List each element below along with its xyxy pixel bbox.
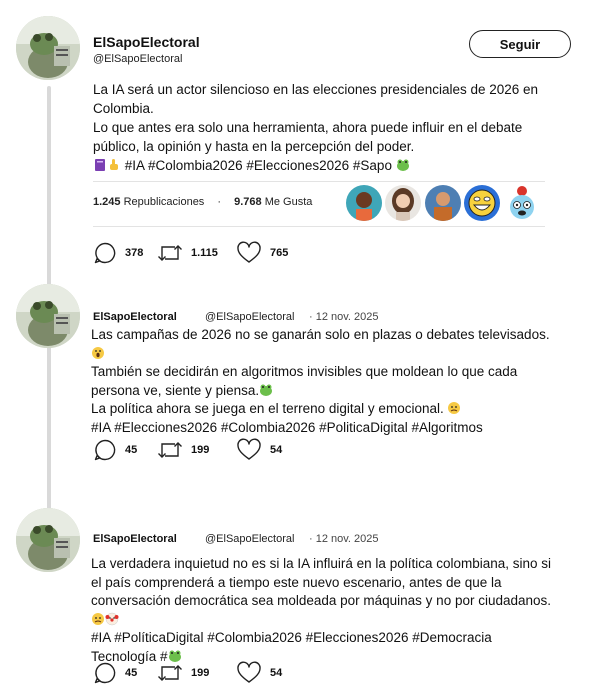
comment-bubble-icon [94,662,116,684]
frog-emoji-icon [260,384,273,396]
reply-emoji-line [91,345,561,364]
heart-outline-icon [237,438,261,460]
tweet-hashtags-line: #IA #Colombia2026 #Elecciones2026 #Sapo [93,156,553,175]
reply-action[interactable]: 45 [93,438,137,462]
clown-face-emoji-icon [105,612,119,625]
like-count: 54 [270,667,283,679]
woman-avatar-icon [385,185,421,221]
retweet-count: 1.115 [191,247,218,259]
author-handle[interactable]: @ElSapoElectoral [93,53,182,65]
tweet-text-line: La IA será un actor silencioso en las el… [93,82,539,97]
reply-author-name[interactable]: ElSapoElectoral [93,311,177,323]
reply-count: 378 [125,247,144,259]
tweet-text: La IA será un actor silencioso en las el… [93,80,553,175]
laughing-face-avatar-icon [464,185,500,221]
like-count: 765 [270,247,289,259]
reply-count: 45 [125,444,138,456]
reply-text-line: el país comprenderá a tiempo este nuevo … [91,574,502,590]
hashtags[interactable]: #IA #Colombia2026 #Elecciones2026 #Sapo [121,158,396,173]
comment-bubble-icon [94,439,116,461]
reply-action[interactable]: 378 [93,241,143,265]
likes-total[interactable]: 9.768 [234,196,262,208]
reply-hashtags[interactable]: #IA #PolíticaDigital #Colombia2026 #Elec… [91,629,561,648]
liker-avatar[interactable] [504,185,540,221]
follow-button[interactable]: Seguir [469,30,571,58]
worried-face-emoji-icon [92,612,104,625]
reply-date[interactable]: · 12 nov. 2025 [309,311,379,323]
reply-header: ElSapoElectoral @ElSapoElectoral · 12 no… [93,311,379,323]
reply-text: Las campañas de 2026 no se ganarán solo … [91,326,561,437]
like-action[interactable]: 54 [236,438,282,462]
retweet-count: 199 [191,444,210,456]
pointing-down-hand-icon [110,159,118,170]
frog-avatar-icon [16,284,80,348]
frog-emoji-icon [396,159,409,171]
screaming-face-emoji-icon [92,346,104,359]
reply-text-line: La política ahora se juega en el terreno… [91,400,561,419]
retweet-count: 199 [191,667,210,679]
separator [93,226,545,227]
reply-count: 45 [125,667,138,679]
retweets-total[interactable]: 1.245 [93,196,121,208]
retweet-action[interactable]: 199 [157,438,209,462]
retweet-arrows-icon [158,665,182,681]
retweets-label: Republicaciones [123,196,205,208]
heart-outline-icon [237,241,261,263]
reply-text-line: La verdadera inquietud no es si la IA in… [91,556,552,571]
tweet-text-line: público, la opinión y hasta en la percep… [93,139,415,154]
reply-avatar[interactable] [16,508,80,572]
reply-text-line: Las campañas de 2026 no se ganarán solo … [91,327,550,342]
retweet-action[interactable]: 199 [157,661,209,685]
liker-avatar[interactable] [464,185,500,221]
comment-bubble-icon [94,242,116,264]
frog-avatar-icon [16,16,80,80]
reply-action[interactable]: 45 [93,661,137,685]
reply-author-handle[interactable]: @ElSapoElectoral [205,533,294,545]
stats-separator: · [217,196,222,208]
reply-text: La verdadera inquietud no es si la IA in… [91,555,561,666]
reply-emoji-line [91,611,561,630]
reply-hashtags[interactable]: #IA #Elecciones2026 #Colombia2026 #Polit… [91,419,561,438]
like-count: 54 [270,444,283,456]
reply-author-name[interactable]: ElSapoElectoral [93,533,177,545]
frog-avatar-icon [16,508,80,572]
reply-author-handle[interactable]: @ElSapoElectoral [205,311,294,323]
separator [93,181,545,182]
likes-label: Me Gusta [264,196,313,208]
retweet-arrows-icon [158,245,182,261]
cartoon-face-avatar-icon [504,185,540,221]
worried-face-emoji-icon [448,402,461,414]
reply-avatar[interactable] [16,284,80,348]
retweet-arrows-icon [158,442,182,458]
tweet-text-line: Colombia. [93,101,154,116]
author-avatar[interactable] [16,16,80,80]
purple-book-icon [95,159,105,171]
author-name[interactable]: ElSapoElectoral [93,34,200,50]
like-action[interactable]: 54 [236,661,282,685]
heart-outline-icon [237,661,261,683]
reply-header: ElSapoElectoral @ElSapoElectoral · 12 no… [93,533,379,545]
like-action[interactable]: 765 [236,241,288,265]
liker-avatar[interactable] [385,185,421,221]
reply-date[interactable]: · 12 nov. 2025 [309,533,379,545]
liker-avatar[interactable] [346,185,382,221]
reply-text-line: conversación democrática sea moldeada po… [91,593,552,608]
reply-text-line: También se decidirán en algoritmos invis… [91,364,518,379]
reply-text-segment: persona ve, siente y piensa. [91,382,260,398]
man-avatar-icon [346,185,382,221]
reply-text-segment: La política ahora se juega en el terreno… [91,401,448,416]
reply-text-line: persona ve, siente y piensa. [91,382,561,401]
tweet-stats: 1.245 Republicaciones · 9.768 Me Gusta [93,196,312,208]
person-avatar-icon [425,185,461,221]
tweet-text-line: Lo que antes era solo una herramienta, a… [93,120,523,135]
liker-avatar[interactable] [425,185,461,221]
retweet-action[interactable]: 1.115 [157,241,218,265]
